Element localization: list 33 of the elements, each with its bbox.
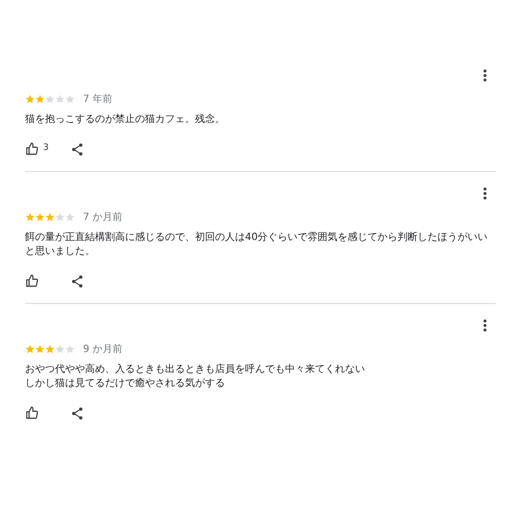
star-icon <box>25 94 35 104</box>
thumbs-up-icon <box>25 274 39 288</box>
like-count: 3 <box>43 142 49 156</box>
star-icon <box>35 344 45 354</box>
star-icon <box>35 94 45 104</box>
review-time: 7 か月前 <box>83 210 123 224</box>
star-icon <box>55 212 65 222</box>
review-text: 猫を抱っこするのが禁止の猫カフェ。残念。 <box>25 113 226 127</box>
like-button[interactable]: 3 <box>25 142 65 156</box>
share-icon[interactable] <box>71 142 84 156</box>
star-icon <box>55 94 65 104</box>
star-icon <box>25 212 35 222</box>
review-text: 餌の量が正直結構割高に感じるので、初回の人は40分ぐらいで雰囲気を感じてから判断したほうがいいと思いました。 <box>25 231 489 259</box>
star-icon <box>45 94 55 104</box>
thumbs-up-icon <box>25 142 39 156</box>
star-icon <box>55 344 65 354</box>
share-icon[interactable] <box>71 406 84 420</box>
thumbs-up-icon <box>25 406 39 420</box>
review-time: 7 年前 <box>83 92 113 106</box>
share-icon[interactable] <box>71 274 84 288</box>
more-options-icon[interactable] <box>483 319 487 332</box>
more-options-icon[interactable] <box>483 69 487 82</box>
review-text: しかし猫は見てるだけで癒やされる気がする <box>25 377 226 391</box>
star-icon <box>45 344 55 354</box>
more-options-icon[interactable] <box>483 187 487 200</box>
star-icon <box>25 344 35 354</box>
star-icon <box>65 94 75 104</box>
review-time: 9 か月前 <box>83 342 123 356</box>
star-icon <box>35 212 45 222</box>
star-icon <box>65 212 75 222</box>
star-icon <box>45 212 55 222</box>
review-text: おやつ代やや高め、入るときも出るときも店員を呼んでも中々来てくれない <box>25 363 366 377</box>
star-icon <box>65 344 75 354</box>
